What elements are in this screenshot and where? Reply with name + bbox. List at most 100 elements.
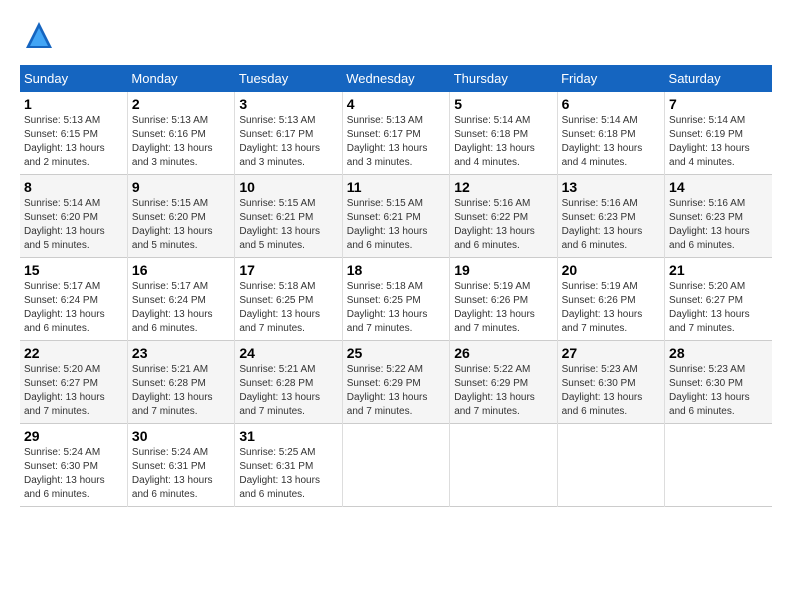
day-info: Sunrise: 5:17 AMSunset: 6:24 PMDaylight:… (24, 281, 105, 334)
logo-icon (24, 20, 54, 50)
calendar-cell: 31 Sunrise: 5:25 AMSunset: 6:31 PMDaylig… (235, 424, 342, 507)
day-number: 25 (347, 345, 445, 361)
day-info: Sunrise: 5:22 AMSunset: 6:29 PMDaylight:… (347, 364, 428, 417)
page-header (20, 20, 772, 55)
day-info: Sunrise: 5:19 AMSunset: 6:26 PMDaylight:… (454, 281, 535, 334)
day-number: 24 (239, 345, 337, 361)
calendar-cell (342, 424, 449, 507)
day-info: Sunrise: 5:13 AMSunset: 6:17 PMDaylight:… (239, 115, 320, 168)
calendar-week-row: 15 Sunrise: 5:17 AMSunset: 6:24 PMDaylig… (20, 258, 772, 341)
day-number: 12 (454, 179, 552, 195)
day-number: 21 (669, 262, 768, 278)
calendar-week-row: 29 Sunrise: 5:24 AMSunset: 6:30 PMDaylig… (20, 424, 772, 507)
day-info: Sunrise: 5:15 AMSunset: 6:21 PMDaylight:… (347, 198, 428, 251)
calendar-header: SundayMondayTuesdayWednesdayThursdayFrid… (20, 65, 772, 92)
day-info: Sunrise: 5:16 AMSunset: 6:22 PMDaylight:… (454, 198, 535, 251)
day-info: Sunrise: 5:15 AMSunset: 6:20 PMDaylight:… (132, 198, 213, 251)
day-number: 5 (454, 96, 552, 112)
calendar-week-row: 8 Sunrise: 5:14 AMSunset: 6:20 PMDayligh… (20, 175, 772, 258)
calendar-cell: 19 Sunrise: 5:19 AMSunset: 6:26 PMDaylig… (450, 258, 557, 341)
day-number: 26 (454, 345, 552, 361)
day-info: Sunrise: 5:25 AMSunset: 6:31 PMDaylight:… (239, 447, 320, 500)
calendar-body: 1 Sunrise: 5:13 AMSunset: 6:15 PMDayligh… (20, 92, 772, 507)
calendar-cell: 9 Sunrise: 5:15 AMSunset: 6:20 PMDayligh… (127, 175, 234, 258)
day-info: Sunrise: 5:13 AMSunset: 6:15 PMDaylight:… (24, 115, 105, 168)
day-number: 19 (454, 262, 552, 278)
calendar-cell: 17 Sunrise: 5:18 AMSunset: 6:25 PMDaylig… (235, 258, 342, 341)
calendar-cell: 10 Sunrise: 5:15 AMSunset: 6:21 PMDaylig… (235, 175, 342, 258)
day-info: Sunrise: 5:14 AMSunset: 6:18 PMDaylight:… (562, 115, 643, 168)
calendar-cell: 6 Sunrise: 5:14 AMSunset: 6:18 PMDayligh… (557, 92, 664, 175)
day-number: 29 (24, 428, 123, 444)
day-info: Sunrise: 5:15 AMSunset: 6:21 PMDaylight:… (239, 198, 320, 251)
calendar-cell (665, 424, 772, 507)
day-number: 7 (669, 96, 768, 112)
day-info: Sunrise: 5:17 AMSunset: 6:24 PMDaylight:… (132, 281, 213, 334)
calendar-week-row: 22 Sunrise: 5:20 AMSunset: 6:27 PMDaylig… (20, 341, 772, 424)
day-number: 20 (562, 262, 660, 278)
calendar-cell: 1 Sunrise: 5:13 AMSunset: 6:15 PMDayligh… (20, 92, 127, 175)
weekday-header-row: SundayMondayTuesdayWednesdayThursdayFrid… (20, 65, 772, 92)
calendar-cell (557, 424, 664, 507)
calendar-cell: 30 Sunrise: 5:24 AMSunset: 6:31 PMDaylig… (127, 424, 234, 507)
calendar-cell: 21 Sunrise: 5:20 AMSunset: 6:27 PMDaylig… (665, 258, 772, 341)
day-info: Sunrise: 5:18 AMSunset: 6:25 PMDaylight:… (347, 281, 428, 334)
logo (20, 20, 54, 55)
day-info: Sunrise: 5:14 AMSunset: 6:20 PMDaylight:… (24, 198, 105, 251)
calendar-cell: 11 Sunrise: 5:15 AMSunset: 6:21 PMDaylig… (342, 175, 449, 258)
calendar-cell: 14 Sunrise: 5:16 AMSunset: 6:23 PMDaylig… (665, 175, 772, 258)
calendar-cell: 25 Sunrise: 5:22 AMSunset: 6:29 PMDaylig… (342, 341, 449, 424)
day-number: 11 (347, 179, 445, 195)
day-number: 14 (669, 179, 768, 195)
day-number: 23 (132, 345, 230, 361)
day-info: Sunrise: 5:14 AMSunset: 6:18 PMDaylight:… (454, 115, 535, 168)
weekday-header-sunday: Sunday (20, 65, 127, 92)
day-number: 10 (239, 179, 337, 195)
day-info: Sunrise: 5:21 AMSunset: 6:28 PMDaylight:… (239, 364, 320, 417)
calendar-cell: 4 Sunrise: 5:13 AMSunset: 6:17 PMDayligh… (342, 92, 449, 175)
day-info: Sunrise: 5:16 AMSunset: 6:23 PMDaylight:… (669, 198, 750, 251)
weekday-header-thursday: Thursday (450, 65, 557, 92)
day-info: Sunrise: 5:16 AMSunset: 6:23 PMDaylight:… (562, 198, 643, 251)
weekday-header-tuesday: Tuesday (235, 65, 342, 92)
day-number: 9 (132, 179, 230, 195)
calendar-week-row: 1 Sunrise: 5:13 AMSunset: 6:15 PMDayligh… (20, 92, 772, 175)
day-number: 17 (239, 262, 337, 278)
calendar-cell: 5 Sunrise: 5:14 AMSunset: 6:18 PMDayligh… (450, 92, 557, 175)
day-info: Sunrise: 5:23 AMSunset: 6:30 PMDaylight:… (669, 364, 750, 417)
calendar-cell: 18 Sunrise: 5:18 AMSunset: 6:25 PMDaylig… (342, 258, 449, 341)
day-number: 22 (24, 345, 123, 361)
day-number: 8 (24, 179, 123, 195)
day-number: 28 (669, 345, 768, 361)
calendar-cell (450, 424, 557, 507)
calendar-cell: 28 Sunrise: 5:23 AMSunset: 6:30 PMDaylig… (665, 341, 772, 424)
calendar-cell: 29 Sunrise: 5:24 AMSunset: 6:30 PMDaylig… (20, 424, 127, 507)
calendar-cell: 16 Sunrise: 5:17 AMSunset: 6:24 PMDaylig… (127, 258, 234, 341)
day-number: 30 (132, 428, 230, 444)
calendar-cell: 2 Sunrise: 5:13 AMSunset: 6:16 PMDayligh… (127, 92, 234, 175)
day-number: 3 (239, 96, 337, 112)
day-number: 15 (24, 262, 123, 278)
calendar-cell: 27 Sunrise: 5:23 AMSunset: 6:30 PMDaylig… (557, 341, 664, 424)
day-number: 13 (562, 179, 660, 195)
day-number: 18 (347, 262, 445, 278)
calendar-cell: 7 Sunrise: 5:14 AMSunset: 6:19 PMDayligh… (665, 92, 772, 175)
calendar-cell: 22 Sunrise: 5:20 AMSunset: 6:27 PMDaylig… (20, 341, 127, 424)
day-number: 6 (562, 96, 660, 112)
calendar-cell: 13 Sunrise: 5:16 AMSunset: 6:23 PMDaylig… (557, 175, 664, 258)
day-info: Sunrise: 5:21 AMSunset: 6:28 PMDaylight:… (132, 364, 213, 417)
calendar-cell: 24 Sunrise: 5:21 AMSunset: 6:28 PMDaylig… (235, 341, 342, 424)
calendar-cell: 8 Sunrise: 5:14 AMSunset: 6:20 PMDayligh… (20, 175, 127, 258)
weekday-header-friday: Friday (557, 65, 664, 92)
day-number: 27 (562, 345, 660, 361)
weekday-header-wednesday: Wednesday (342, 65, 449, 92)
calendar-cell: 3 Sunrise: 5:13 AMSunset: 6:17 PMDayligh… (235, 92, 342, 175)
day-info: Sunrise: 5:19 AMSunset: 6:26 PMDaylight:… (562, 281, 643, 334)
day-info: Sunrise: 5:13 AMSunset: 6:16 PMDaylight:… (132, 115, 213, 168)
calendar-cell: 23 Sunrise: 5:21 AMSunset: 6:28 PMDaylig… (127, 341, 234, 424)
calendar-cell: 26 Sunrise: 5:22 AMSunset: 6:29 PMDaylig… (450, 341, 557, 424)
calendar-table: SundayMondayTuesdayWednesdayThursdayFrid… (20, 65, 772, 507)
weekday-header-saturday: Saturday (665, 65, 772, 92)
day-number: 31 (239, 428, 337, 444)
calendar-cell: 12 Sunrise: 5:16 AMSunset: 6:22 PMDaylig… (450, 175, 557, 258)
